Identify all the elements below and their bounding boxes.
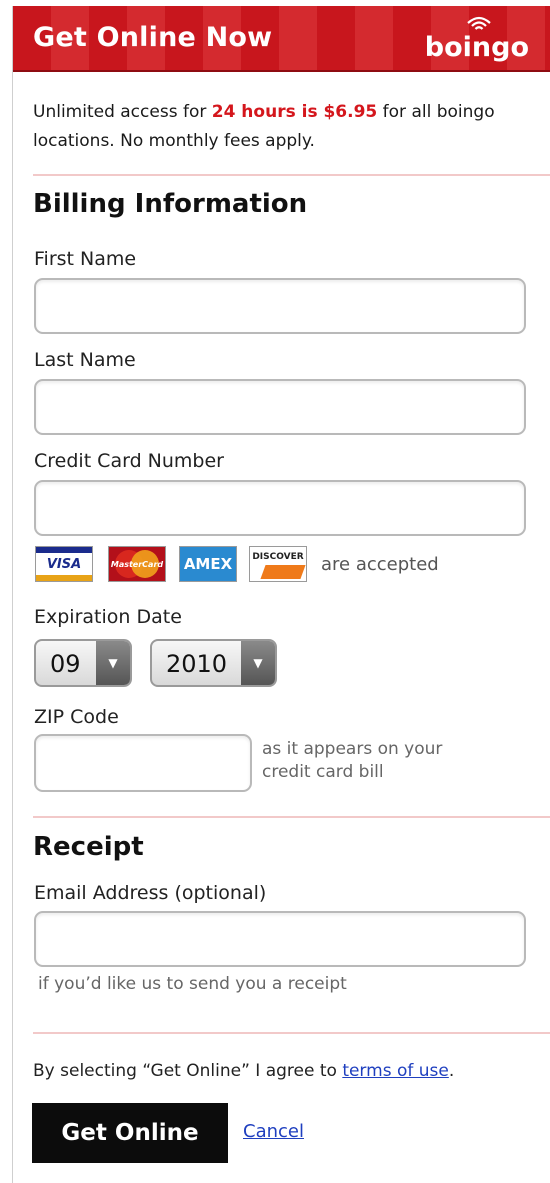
first-name-field[interactable] [34, 278, 526, 334]
visa-card-icon: VISA [35, 546, 93, 582]
pricing-intro: Unlimited access for 24 hours is $6.95 f… [33, 98, 533, 156]
intro-text-start: Unlimited access for [33, 102, 212, 122]
card-number-field[interactable] [34, 480, 526, 536]
card-number-label: Credit Card Number [34, 450, 224, 472]
chevron-down-icon: ▼ [241, 641, 275, 685]
cards-accepted-note: are accepted [321, 554, 439, 575]
expiration-month-select[interactable]: 09 ▼ [34, 639, 132, 687]
email-field[interactable] [34, 911, 526, 967]
visa-card-label: VISA [46, 556, 82, 572]
zip-label: ZIP Code [34, 706, 119, 728]
expiration-year-select[interactable]: 2010 ▼ [150, 639, 277, 687]
header-bar: Get Online Now boingo [13, 6, 550, 72]
section-divider [33, 816, 550, 818]
discover-card-label: DISCOVER [252, 552, 304, 562]
get-online-button[interactable]: Get Online [32, 1103, 228, 1163]
cancel-link[interactable]: Cancel [243, 1121, 304, 1142]
price-highlight: 24 hours is $6.95 [211, 102, 378, 122]
mastercard-icon: MasterCard [108, 546, 166, 582]
chevron-down-icon: ▼ [96, 641, 130, 685]
expiration-month-value: 09 [50, 650, 81, 678]
page-title: Get Online Now [33, 22, 273, 53]
zip-hint-line2: credit card bill [262, 762, 384, 782]
terms-agreement: By selecting “Get Online” I agree to ter… [33, 1061, 454, 1081]
last-name-field[interactable] [34, 379, 526, 435]
section-divider [33, 174, 550, 176]
last-name-label: Last Name [34, 349, 136, 371]
accepted-cards: VISA MasterCard AMEX DISCOVER are accept… [35, 546, 535, 586]
email-hint: if you’d like us to send you a receipt [38, 974, 347, 994]
mastercard-label: MasterCard [110, 559, 164, 569]
discover-card-icon: DISCOVER [249, 546, 307, 582]
email-label: Email Address (optional) [34, 882, 267, 904]
brand-logo: boingo [424, 32, 529, 63]
expiration-label: Expiration Date [34, 606, 182, 628]
expiration-year-value: 2010 [166, 650, 228, 678]
amex-card-label: AMEX [183, 555, 233, 573]
zip-hint: as it appears on your credit card bill [262, 738, 442, 784]
signup-panel: Get Online Now boingo Unlimited access f… [12, 6, 550, 1183]
wifi-signal-icon [467, 16, 491, 30]
agree-text: By selecting “Get Online” I agree to [33, 1061, 343, 1081]
amex-card-icon: AMEX [179, 546, 237, 582]
first-name-label: First Name [34, 248, 137, 270]
agree-end: . [448, 1061, 455, 1081]
zip-hint-line1: as it appears on your [262, 739, 443, 759]
billing-heading: Billing Information [33, 189, 308, 219]
section-divider [33, 1032, 550, 1034]
receipt-heading: Receipt [33, 832, 144, 862]
zip-field[interactable] [34, 734, 252, 792]
terms-of-use-link[interactable]: terms of use [342, 1061, 449, 1081]
